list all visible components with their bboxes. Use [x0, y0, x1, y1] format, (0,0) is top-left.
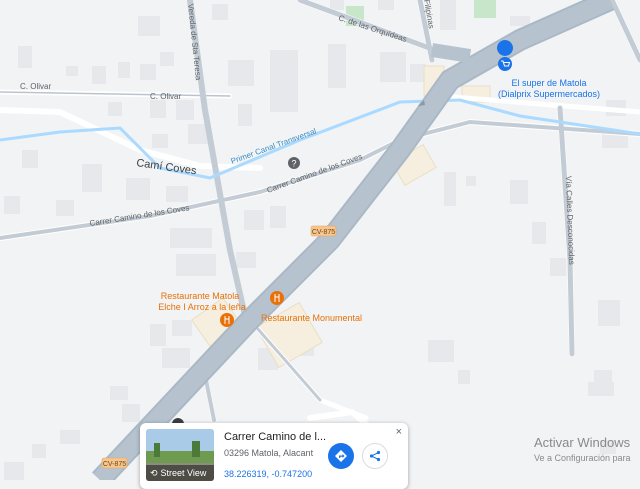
- place-address: 03296 Matola, Alacant: [224, 448, 314, 458]
- poi-label: Elche I Arroz a la leña: [158, 302, 246, 312]
- place-info-card[interactable]: ⟲ Street View Carrer Camino de l... 0329…: [140, 423, 408, 489]
- street-view-label: ⟲ Street View: [146, 465, 214, 481]
- windows-activation-subtitle: Ve a Configuración para: [534, 453, 631, 463]
- poi-label: Restaurante Matola: [161, 291, 240, 301]
- place-title: Carrer Camino de l...: [224, 431, 327, 443]
- fork-knife-icon: [220, 313, 234, 327]
- street-view-thumbnail[interactable]: ⟲ Street View: [146, 429, 214, 481]
- svg-text:CV-875: CV-875: [103, 461, 126, 468]
- poi-label: (Dialprix Supermercados): [498, 89, 600, 99]
- directions-icon: [335, 450, 347, 462]
- street-label-olivar: C. Olivar: [20, 82, 51, 91]
- directions-button[interactable]: [328, 443, 354, 469]
- unknown-place-icon[interactable]: ?: [288, 157, 300, 169]
- park-area: [474, 0, 496, 18]
- map-canvas[interactable]: C. Olivar C. Olivar Camí Coves Primer Ca…: [0, 0, 640, 480]
- poi-label: Restaurante Monumental: [261, 313, 362, 323]
- windows-activation-title: Activar Windows: [534, 435, 631, 450]
- street-view-icon: ⟲: [150, 468, 158, 478]
- close-icon[interactable]: ×: [396, 426, 402, 438]
- road-shield: CV-875: [310, 225, 337, 237]
- place-coordinates[interactable]: 38.226319, -0.747200: [224, 469, 312, 479]
- poi-label: El super de Matola: [511, 78, 586, 88]
- fork-knife-icon: [270, 291, 284, 305]
- share-icon: [369, 450, 381, 462]
- road-shield: CV-875: [101, 457, 128, 469]
- street-label-olivar: C. Olivar: [150, 92, 181, 101]
- share-button[interactable]: [362, 443, 388, 469]
- svg-text:?: ?: [291, 159, 296, 169]
- svg-text:CV-875: CV-875: [312, 229, 335, 236]
- highway-junction: [430, 43, 472, 63]
- cart-icon: [498, 57, 512, 71]
